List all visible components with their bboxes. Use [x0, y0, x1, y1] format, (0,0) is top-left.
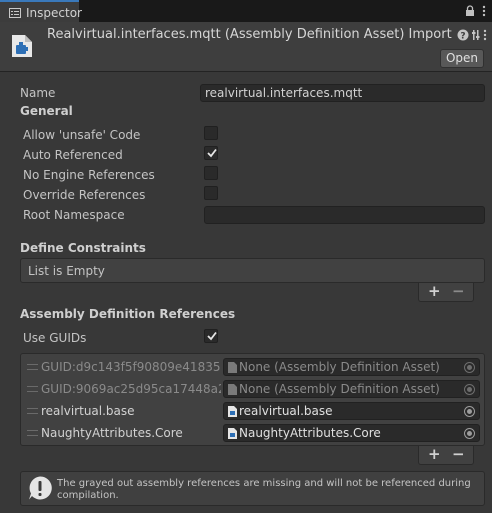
- inspector-header: Realvirtual.interfaces.mqtt (Assembly De…: [0, 22, 492, 72]
- auto-referenced-label: Auto Referenced: [23, 148, 123, 162]
- warning-text: The grayed out assembly references are m…: [57, 478, 471, 501]
- name-label: Name: [20, 86, 56, 100]
- list-item[interactable]: GUID:9069ac25d95ca17448a24 None (Assembl…: [21, 378, 484, 400]
- tab-bar: Inspector: [0, 0, 492, 22]
- lock-icon[interactable]: [464, 5, 476, 17]
- object-picker-icon[interactable]: [464, 384, 475, 395]
- remove-reference-button[interactable]: −: [452, 445, 465, 463]
- list-item[interactable]: GUID:d9c143f5f90809e41835a None (Assembl…: [21, 356, 484, 378]
- general-heading: General: [20, 104, 73, 118]
- assembly-references-heading: Assembly Definition References: [20, 307, 236, 321]
- assembly-definition-icon: [228, 406, 237, 417]
- list-empty-text: List is Empty: [28, 264, 105, 278]
- help-icon[interactable]: ?: [457, 29, 469, 41]
- assembly-references-footer: + −: [418, 445, 474, 465]
- list-item[interactable]: NaughtyAttributes.Core NaughtyAttributes…: [21, 422, 484, 444]
- no-engine-references-label: No Engine References: [23, 168, 155, 182]
- svg-text:?: ?: [460, 32, 465, 42]
- tab-label: Inspector: [26, 6, 82, 20]
- exclamation-icon: [29, 476, 52, 500]
- checkmark-icon: [207, 148, 217, 158]
- more-vertical-icon[interactable]: [482, 29, 488, 41]
- assembly-definition-icon: [228, 384, 237, 395]
- drag-handle-icon[interactable]: [27, 364, 38, 370]
- define-constraints-heading: Define Constraints: [20, 241, 146, 255]
- reference-object-field[interactable]: NaughtyAttributes.Core: [223, 424, 480, 442]
- define-constraints-list: List is Empty: [20, 258, 485, 283]
- reference-name: NaughtyAttributes.Core: [41, 426, 183, 440]
- add-reference-button[interactable]: +: [428, 445, 441, 463]
- assembly-references-list: GUID:d9c143f5f90809e41835a None (Assembl…: [20, 353, 485, 446]
- kebab-menu-icon[interactable]: [478, 5, 490, 17]
- add-constraint-button[interactable]: +: [428, 282, 441, 300]
- allow-unsafe-label: Allow 'unsafe' Code: [23, 128, 141, 142]
- reference-value: None (Assembly Definition Asset): [239, 382, 440, 396]
- page-title: Realvirtual.interfaces.mqtt (Assembly De…: [47, 27, 452, 42]
- auto-referenced-toggle[interactable]: [204, 146, 218, 160]
- object-picker-icon[interactable]: [464, 406, 475, 417]
- tab-inspector[interactable]: Inspector: [0, 0, 82, 22]
- reference-value: None (Assembly Definition Asset): [239, 360, 440, 374]
- open-button[interactable]: Open: [440, 49, 484, 68]
- define-constraints-footer: + −: [418, 282, 474, 302]
- reference-object-field[interactable]: realvirtual.base: [223, 402, 480, 420]
- reference-name: GUID:9069ac25d95ca17448a24: [41, 382, 221, 396]
- reference-object-field[interactable]: None (Assembly Definition Asset): [223, 358, 480, 376]
- drag-handle-icon[interactable]: [27, 386, 38, 392]
- list-item[interactable]: realvirtual.base realvirtual.base: [21, 400, 484, 422]
- reference-value: NaughtyAttributes.Core: [239, 426, 381, 440]
- drag-handle-icon[interactable]: [27, 430, 38, 436]
- override-references-label: Override References: [23, 188, 146, 202]
- inspector-info-icon: [9, 8, 21, 18]
- assembly-definition-icon: [12, 35, 32, 57]
- settings-sliders-icon[interactable]: [472, 29, 480, 41]
- allow-unsafe-toggle[interactable]: [204, 126, 218, 140]
- reference-name: realvirtual.base: [41, 404, 135, 418]
- use-guids-label: Use GUIDs: [23, 331, 87, 345]
- root-namespace-field[interactable]: [204, 206, 485, 224]
- override-references-toggle[interactable]: [204, 186, 218, 200]
- assembly-definition-icon: [228, 362, 237, 373]
- use-guids-toggle[interactable]: [204, 329, 218, 343]
- name-field[interactable]: realvirtual.interfaces.mqtt: [200, 84, 485, 102]
- checkmark-icon: [207, 331, 217, 341]
- reference-value: realvirtual.base: [239, 404, 333, 418]
- root-namespace-label: Root Namespace: [23, 208, 125, 222]
- no-engine-references-toggle[interactable]: [204, 166, 218, 180]
- object-picker-icon[interactable]: [464, 428, 475, 439]
- remove-constraint-button[interactable]: −: [452, 282, 465, 300]
- warning-helpbox: The grayed out assembly references are m…: [20, 471, 485, 506]
- reference-object-field[interactable]: None (Assembly Definition Asset): [223, 380, 480, 398]
- object-picker-icon[interactable]: [464, 362, 475, 373]
- assembly-definition-icon: [228, 428, 237, 439]
- drag-handle-icon[interactable]: [27, 408, 38, 414]
- reference-name: GUID:d9c143f5f90809e41835a: [41, 360, 221, 374]
